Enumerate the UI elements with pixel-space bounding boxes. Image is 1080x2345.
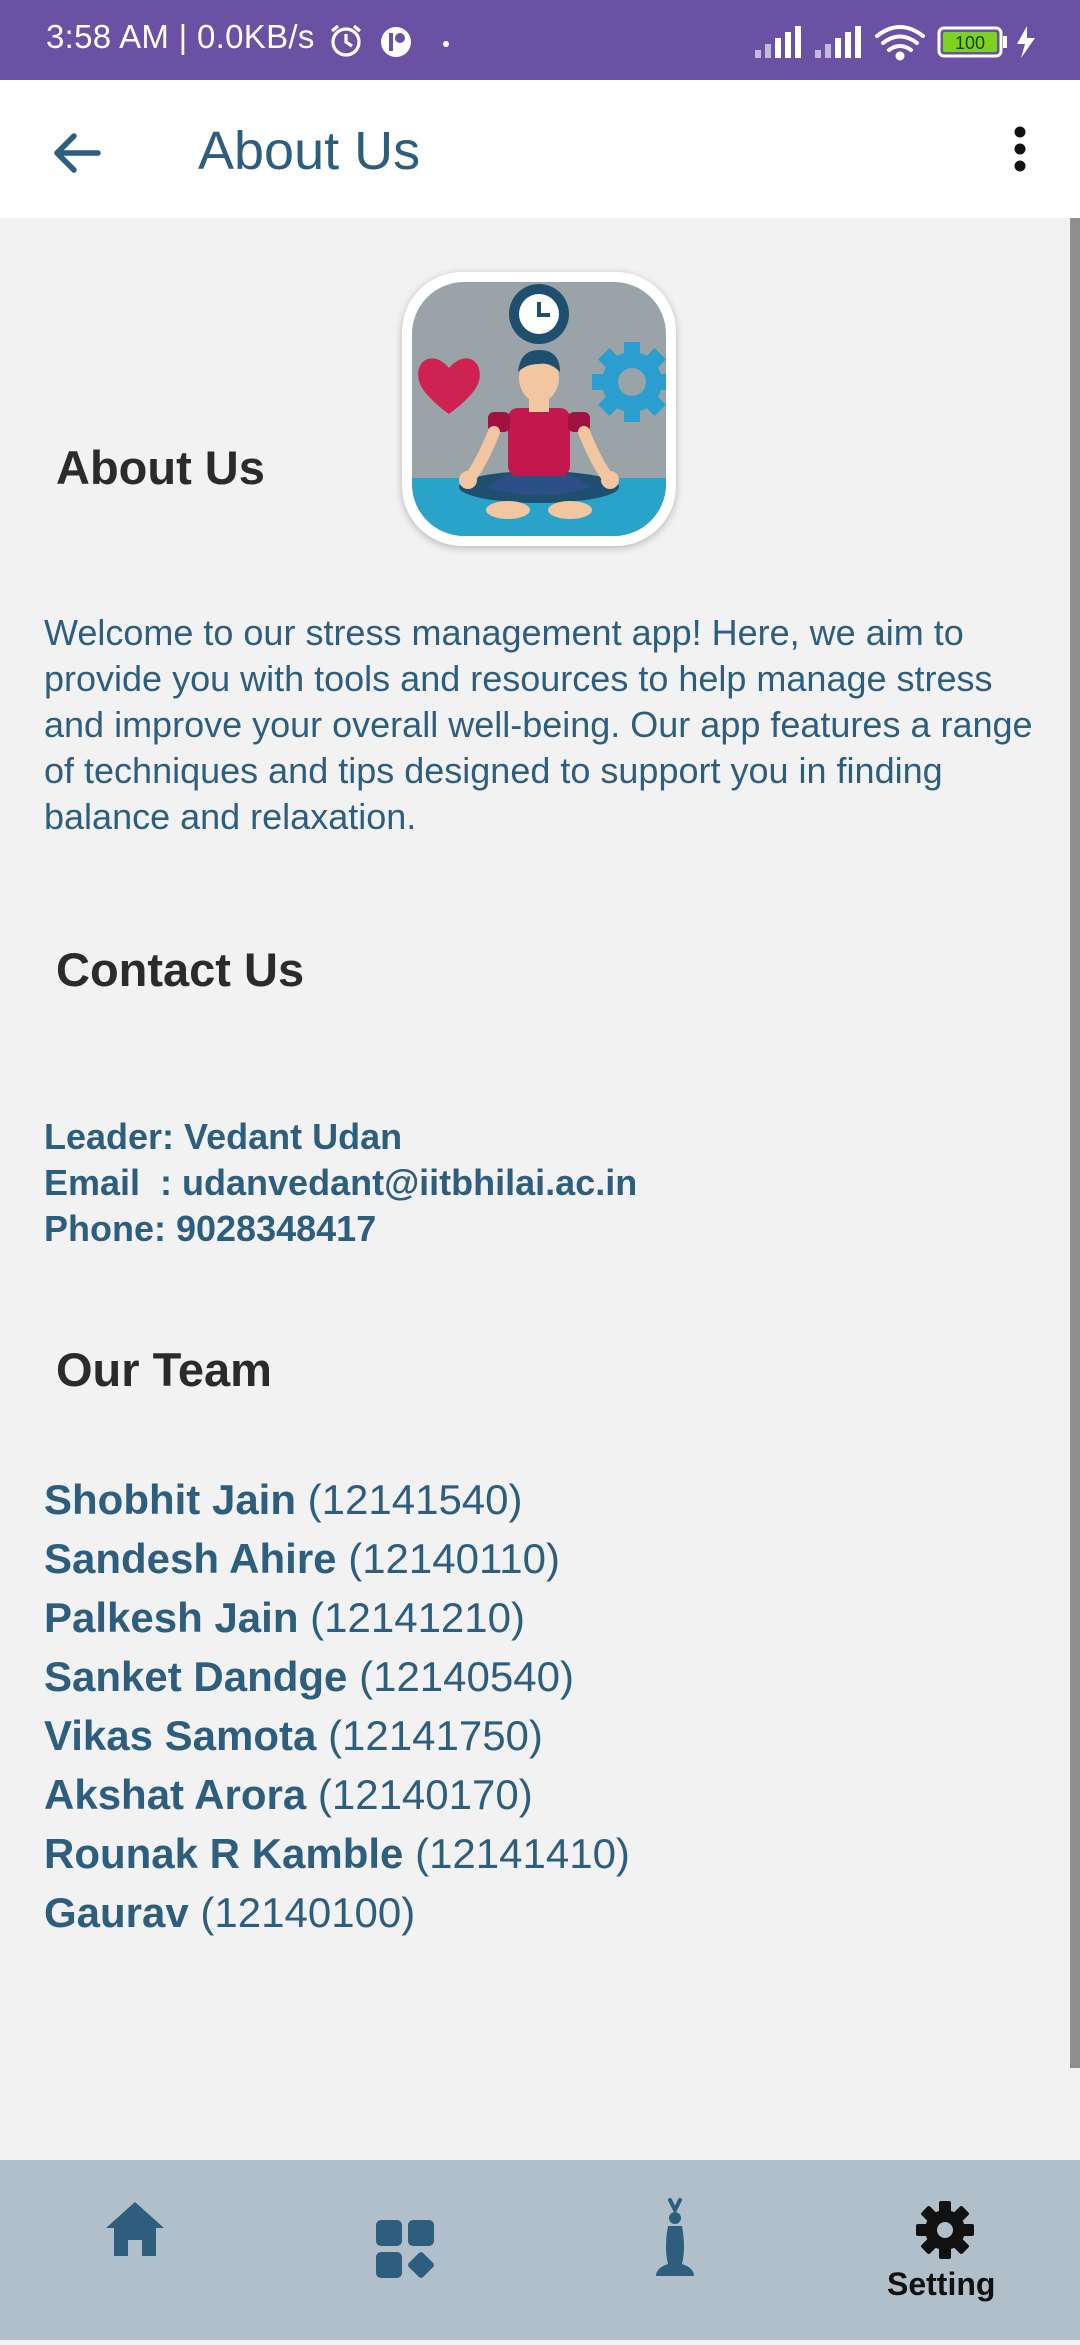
member-name: Rounak R Kamble <box>44 1830 404 1877</box>
signal-icon <box>755 26 801 58</box>
back-button[interactable] <box>46 122 108 184</box>
arrow-back-icon <box>54 133 101 173</box>
nav-meditation[interactable] <box>610 2160 740 2340</box>
list-item: Palkesh Jain (12141210) <box>44 1588 630 1647</box>
member-id: (12140100) <box>200 1889 416 1936</box>
battery-level: 100 <box>955 33 985 53</box>
team-list: Shobhit Jain (12141540) Sandesh Ahire (1… <box>44 1470 630 1942</box>
contact-leader: Leader: Vedant Udan <box>44 1116 403 1157</box>
app-bar: About Us <box>0 80 1080 218</box>
nav-dashboard[interactable] <box>340 2160 470 2340</box>
member-id: (12141410) <box>415 1830 630 1877</box>
dot-icon <box>443 41 449 47</box>
list-item: Sandesh Ahire (12140110) <box>44 1529 630 1588</box>
contact-heading: Contact Us <box>56 943 305 996</box>
member-name: Shobhit Jain <box>44 1476 296 1523</box>
gear-icon <box>916 2201 974 2259</box>
alarm-icon <box>330 24 362 57</box>
member-name: Gaurav <box>44 1889 189 1936</box>
member-name: Sandesh Ahire <box>44 1535 337 1582</box>
status-left-icons <box>328 24 468 65</box>
list-item: Sanket Dandge (12140540) <box>44 1647 630 1706</box>
list-item: Gaurav (12140100) <box>44 1883 630 1942</box>
team-heading: Our Team <box>56 1343 272 1396</box>
app-notification-icon <box>381 27 411 57</box>
status-right-icons: 100 <box>755 22 1055 67</box>
member-id: (12141750) <box>328 1712 543 1759</box>
nav-setting[interactable]: Setting <box>880 2160 1010 2340</box>
app-logo <box>402 272 676 546</box>
member-id: (12140110) <box>348 1535 560 1582</box>
member-name: Palkesh Jain <box>44 1594 299 1641</box>
list-item: Vikas Samota (12141750) <box>44 1706 630 1765</box>
contact-email: Email : udanvedant@iitbhilai.ac.in <box>44 1162 638 1203</box>
status-time: 3:58 AM | 0.0KB/s <box>46 18 315 55</box>
charging-icon <box>1017 26 1035 58</box>
more-options-button[interactable] <box>1000 120 1040 186</box>
status-bar: 3:58 AM | 0.0KB/s 100 <box>0 0 1080 80</box>
member-name: Sanket Dandge <box>44 1653 348 1700</box>
member-id: (12141540) <box>307 1476 523 1523</box>
about-description: Welcome to our stress management app! He… <box>44 612 1033 837</box>
member-id: (12140170) <box>317 1771 533 1818</box>
about-content[interactable]: About Us Welcome to our stress managemen… <box>0 218 1080 2160</box>
wifi-icon <box>875 25 925 61</box>
member-id: (12141210) <box>310 1594 525 1641</box>
list-item: Akshat Arora (12140170) <box>44 1765 630 1824</box>
nav-home[interactable] <box>70 2160 200 2340</box>
contact-details: Leader: Vedant Udan Email : udanvedant@i… <box>44 1114 637 1252</box>
meditation-logo-icon <box>412 282 666 536</box>
scrollbar[interactable] <box>1070 218 1080 2068</box>
list-item: Rounak R Kamble (12141410) <box>44 1824 630 1883</box>
about-heading: About Us <box>56 441 265 494</box>
dashboard-icon <box>376 2220 434 2278</box>
battery-icon: 100 <box>937 26 1007 58</box>
member-id: (12140540) <box>359 1653 574 1700</box>
member-name: Akshat Arora <box>44 1771 307 1818</box>
more-vert-icon <box>1014 126 1026 172</box>
bottom-navigation: Setting <box>0 2160 1080 2340</box>
meditation-icon <box>656 2198 694 2276</box>
signal-icon <box>815 26 861 58</box>
page-title: About Us <box>198 121 421 181</box>
member-name: Vikas Samota <box>44 1712 317 1759</box>
list-item: Shobhit Jain (12141540) <box>44 1470 630 1529</box>
nav-setting-label: Setting <box>887 2266 996 2302</box>
home-icon <box>106 2202 164 2256</box>
contact-phone: Phone: 9028348417 <box>44 1208 377 1249</box>
